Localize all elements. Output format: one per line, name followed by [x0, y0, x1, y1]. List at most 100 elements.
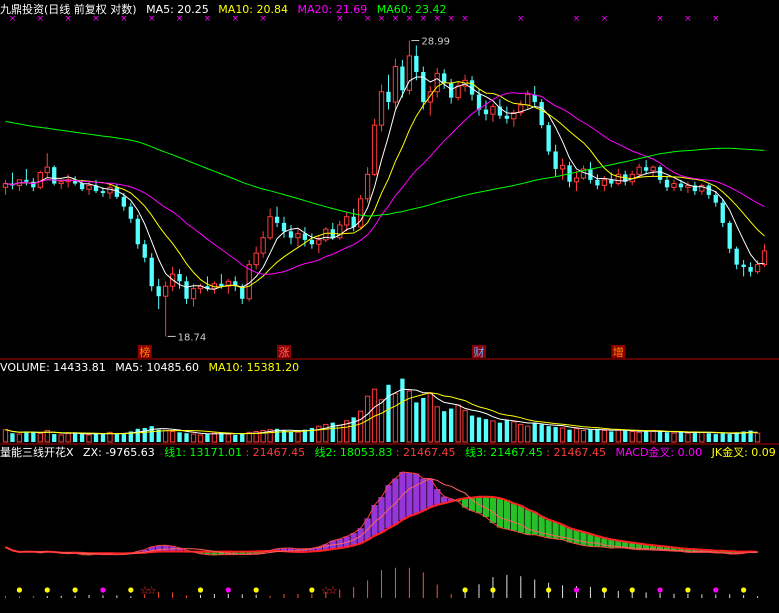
candle-body — [37, 172, 43, 188]
volume-bar — [699, 431, 705, 443]
candle-body — [727, 222, 732, 249]
volume-bar — [400, 378, 405, 442]
volume-bar — [225, 433, 231, 443]
volume-bar — [615, 429, 621, 443]
volume-bar — [511, 421, 517, 443]
signal-star: ☆ — [147, 584, 157, 597]
top-cross-marker: × — [712, 14, 720, 24]
volume-bar — [392, 393, 399, 443]
line2-ref-readout: : 21467.45 — [395, 446, 456, 459]
volume-bar — [211, 432, 218, 443]
line2-readout: 线2: 18053.83 — [314, 446, 393, 459]
event-marker: 涨 — [279, 346, 290, 359]
signal-dot — [72, 587, 78, 593]
volume-bar — [114, 434, 120, 442]
volume-bar — [720, 433, 725, 442]
volume-bar — [37, 432, 43, 443]
volume-bar — [727, 434, 732, 442]
volume-bar — [553, 427, 558, 442]
candle-body — [671, 183, 677, 188]
candle-body — [253, 252, 259, 266]
volume-bar — [386, 384, 391, 442]
candle-body — [414, 55, 419, 72]
volume-bar — [414, 402, 419, 442]
volume-bar — [149, 426, 154, 442]
candle-body — [609, 179, 614, 184]
macd-cross-readout: MACD金叉: 0.00 — [615, 446, 703, 459]
candle-body — [281, 222, 287, 232]
candle-body — [79, 183, 85, 190]
volume-bar — [664, 432, 670, 442]
signal-dot — [546, 587, 552, 593]
signal-dot — [100, 587, 106, 593]
line3-readout: 线3: 21467.45 — [465, 446, 543, 459]
indicator-name: 量能三线开花X — [0, 446, 74, 459]
candle-body — [448, 83, 454, 98]
candle-body — [636, 166, 642, 175]
candle-body — [309, 239, 315, 245]
candle-body — [559, 164, 566, 170]
volume-bar — [190, 433, 197, 443]
candle-body — [184, 281, 189, 299]
candle-body — [295, 232, 301, 239]
signal-dot — [128, 587, 134, 593]
candle-body — [657, 167, 663, 180]
volume-bar — [233, 434, 238, 442]
signal-dot — [657, 587, 663, 593]
candle-body — [713, 194, 718, 203]
signal-dot — [741, 587, 747, 593]
signal-dot — [713, 587, 719, 593]
candle-body — [595, 179, 600, 186]
volume-bar — [580, 430, 587, 443]
volume-bar — [10, 433, 15, 442]
volume-bar — [31, 432, 36, 442]
candle-body — [378, 91, 385, 126]
candle-body — [260, 237, 266, 254]
volume-bar — [678, 432, 684, 442]
volume-ma5-readout: MA5: 10485.60 — [115, 361, 199, 374]
candle-body — [706, 185, 711, 195]
volume-bar — [469, 415, 475, 442]
volume-bar — [497, 422, 503, 442]
volume-bar — [205, 434, 210, 442]
signal-dot — [225, 587, 231, 593]
candle-body — [678, 183, 684, 188]
volume-bar — [525, 425, 531, 443]
candle-body — [392, 66, 399, 103]
volume-bar — [623, 430, 628, 442]
candle-body — [504, 115, 510, 119]
volume-bar — [455, 404, 461, 443]
candle-body — [546, 125, 551, 152]
signal-dot — [253, 587, 259, 593]
candle-body — [24, 179, 29, 182]
volume-bar — [93, 433, 99, 442]
candle-body — [156, 286, 161, 297]
volume-bar — [483, 419, 489, 442]
stock-chart-svg: × × × × × × × × × × × × × × × × × × × × × × × × ×28.9918.74榜涨财增☆… — [0, 14, 779, 598]
volume-bar — [532, 422, 537, 442]
candle-body — [553, 151, 558, 169]
candle-body — [288, 231, 294, 238]
volume-bar — [636, 431, 642, 443]
volume-bar — [421, 398, 426, 442]
candle-body — [650, 166, 656, 172]
candle-body — [44, 166, 50, 174]
jk-cross-readout: JK金叉: 0.09 — [711, 446, 776, 459]
volume-bar — [169, 430, 176, 443]
candle-body — [100, 191, 106, 194]
volume-bar — [588, 429, 593, 442]
price-legend: 九鼎投资(日线 前复权 对数) MA5: 20.25 MA10: 20.84 M… — [0, 3, 452, 17]
candle-body — [734, 248, 739, 265]
candle-body — [685, 184, 691, 188]
ma20-readout: MA20: 21.69 — [297, 3, 368, 16]
volume-ma10-readout: MA10: 15381.20 — [208, 361, 300, 374]
candle-body — [121, 196, 127, 207]
candle-body — [720, 202, 725, 223]
volume-legend: VOLUME: 14433.81 MA5: 10485.60 MA10: 153… — [0, 361, 305, 375]
candle-body — [539, 102, 544, 126]
signal-dot — [309, 587, 315, 593]
volume-bar — [448, 408, 454, 442]
candle-body — [525, 94, 531, 106]
candle-body — [142, 244, 147, 258]
volume-bar — [72, 432, 78, 442]
